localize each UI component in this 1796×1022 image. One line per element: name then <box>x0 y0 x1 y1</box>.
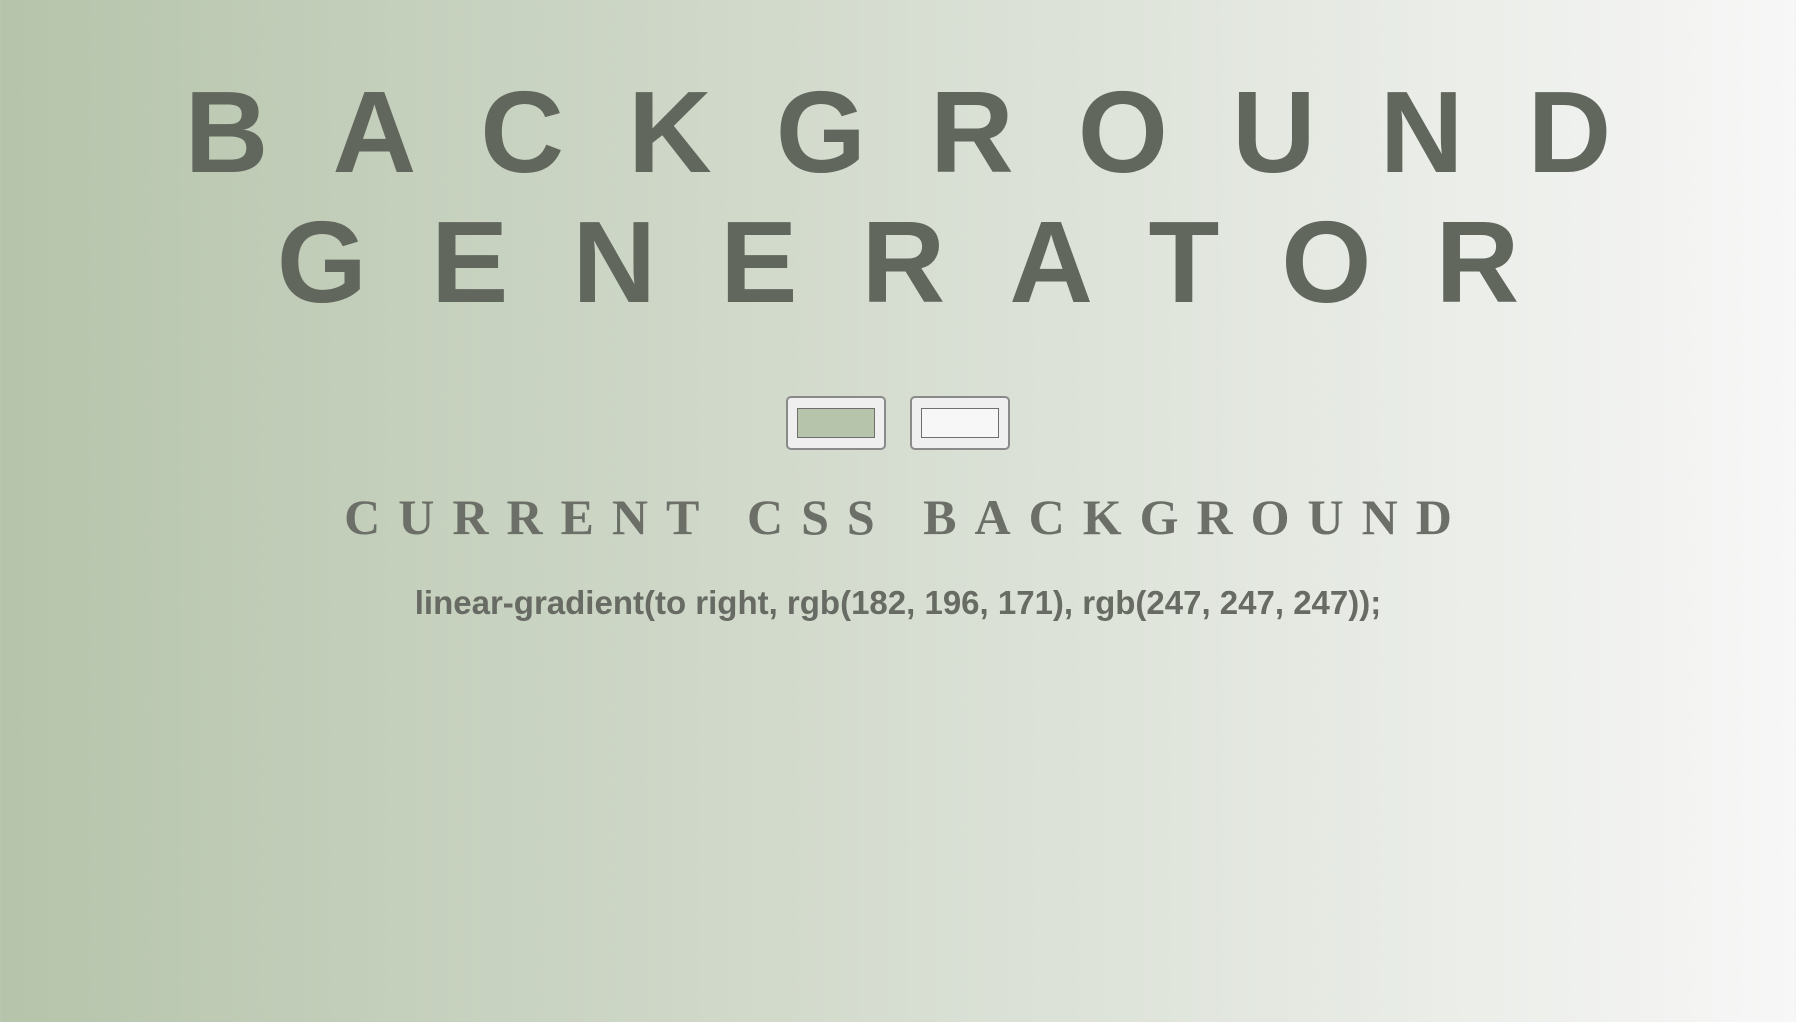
title-text-1: BACKGROUND <box>184 67 1676 197</box>
title-text-2: GENERATOR <box>276 197 1584 327</box>
section-heading-text: CURRENT CSS BACKGROUND <box>344 489 1470 545</box>
page-title-line-1: BACKGROUND <box>0 74 1796 190</box>
css-background-output: linear-gradient(to right, rgb(182, 196, … <box>414 584 1382 621</box>
page-title-line-2: GENERATOR <box>0 204 1796 320</box>
section-heading: CURRENT CSS BACKGROUND <box>0 492 1796 542</box>
color-swatch-1 <box>797 408 875 438</box>
color-swatch-2 <box>921 408 999 438</box>
color-picker-1[interactable] <box>786 396 886 450</box>
page: BACKGROUND GENERATOR CURRENT CSS BACKGRO… <box>0 0 1796 1022</box>
color-pickers <box>0 396 1796 450</box>
color-picker-2[interactable] <box>910 396 1010 450</box>
